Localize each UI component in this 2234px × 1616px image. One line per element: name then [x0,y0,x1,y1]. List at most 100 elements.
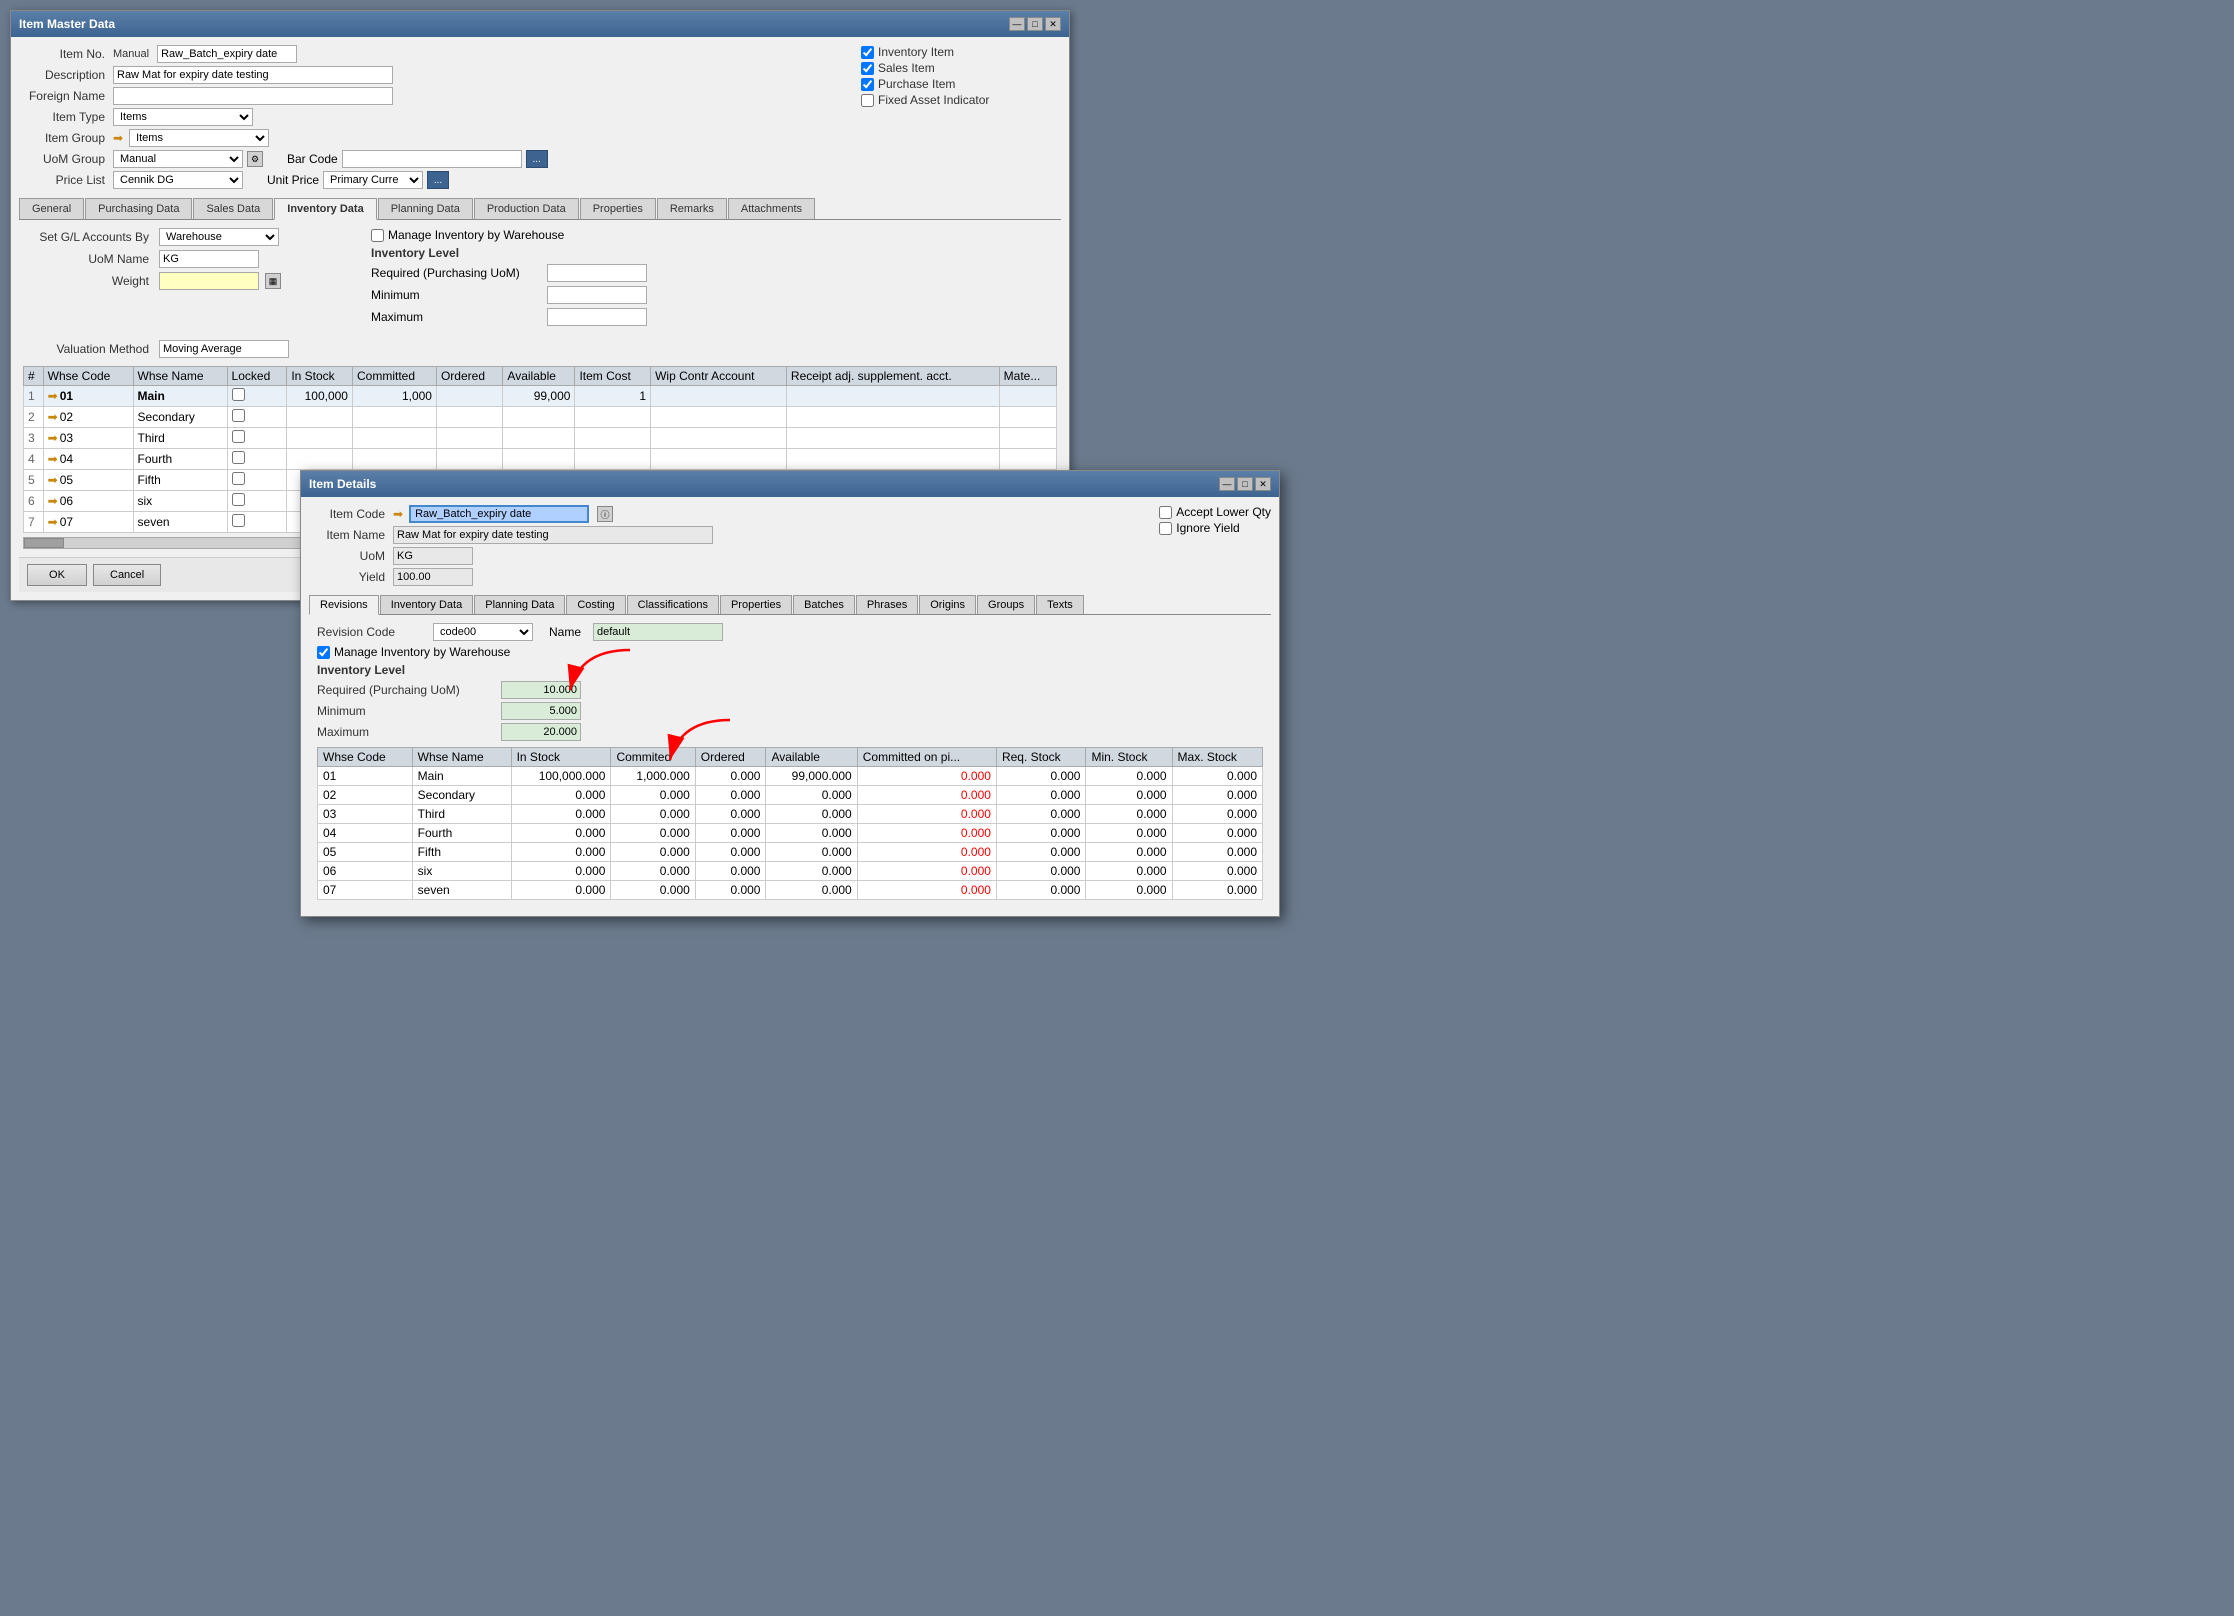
warehouse-table-row[interactable]: 2 ➡02 Secondary [24,407,1057,428]
purchase-item-checkbox[interactable] [861,78,874,91]
detail-item-code-input[interactable] [409,505,589,523]
tab-production-data[interactable]: Production Data [474,198,579,219]
row-committed [352,449,436,470]
inventory-level-header: Inventory Level [371,246,647,260]
item-type-select[interactable]: Items [113,108,253,126]
tab-properties[interactable]: Properties [580,198,656,219]
item-group-label: Item Group [19,131,109,145]
detail-item-name-input[interactable] [393,526,713,544]
accept-lower-qty-checkbox[interactable] [1159,506,1172,519]
inventory-item-checkbox[interactable] [861,46,874,59]
dialog-tab-inventory-data[interactable]: Inventory Data [380,595,474,614]
manage-by-warehouse-checkbox[interactable] [371,229,384,242]
item-details-maximize[interactable]: □ [1237,477,1253,491]
minimum-input[interactable] [547,286,647,304]
tab-remarks[interactable]: Remarks [657,198,727,219]
dialog-tab-costing[interactable]: Costing [566,595,625,614]
unit-price-select[interactable]: Primary Curre [323,171,423,189]
tab-sales-data[interactable]: Sales Data [193,198,273,219]
description-row: Description [19,66,841,84]
wh-detail-min-stock: 0.000 [1086,805,1172,824]
dialog-tab-properties[interactable]: Properties [720,595,792,614]
minimize-button[interactable]: — [1009,17,1025,31]
close-button[interactable]: ✕ [1045,17,1061,31]
dialog-tab-batches[interactable]: Batches [793,595,855,614]
detail-uom-input[interactable] [393,547,473,565]
dialog-maximum-label: Maximum [317,725,497,739]
wh-detail-row[interactable]: 06 six 0.000 0.000 0.000 0.000 0.000 0.0… [318,862,1263,881]
warehouse-table-row[interactable]: 3 ➡03 Third [24,428,1057,449]
fixed-asset-checkbox[interactable] [861,94,874,107]
detail-item-code-info[interactable]: ⓘ [597,506,613,522]
tab-planning-data[interactable]: Planning Data [378,198,473,219]
foreign-name-input[interactable] [113,87,393,105]
row-wip [651,407,787,428]
tab-attachments[interactable]: Attachments [728,198,815,219]
wh-detail-instock: 0.000 [511,881,611,900]
wh-detail-row[interactable]: 03 Third 0.000 0.000 0.000 0.000 0.000 0… [318,805,1263,824]
uom-name-input[interactable] [159,250,259,268]
dialog-tab-planning-data[interactable]: Planning Data [474,595,565,614]
foreign-name-row: Foreign Name [19,87,841,105]
required-label: Required (Purchasing UoM) [371,266,541,280]
tab-inventory-data[interactable]: Inventory Data [274,198,376,220]
item-details-minimize[interactable]: — [1219,477,1235,491]
cancel-button[interactable]: Cancel [93,564,161,586]
wh-detail-row[interactable]: 05 Fifth 0.000 0.000 0.000 0.000 0.000 0… [318,843,1263,862]
uom-group-settings-button[interactable]: ⚙ [247,151,263,167]
maximum-label: Maximum [371,310,541,324]
dialog-minimum-input[interactable] [501,702,581,720]
item-no-input[interactable] [157,45,297,63]
uom-group-select[interactable]: Manual [113,150,243,168]
description-input[interactable] [113,66,393,84]
row-num: 1 [24,386,44,407]
dialog-required-input[interactable] [501,681,581,699]
dialog-tab-texts[interactable]: Texts [1036,595,1084,614]
wh-detail-req-stock: 0.000 [996,862,1086,881]
detail-uom-label: UoM [309,549,389,563]
tab-purchasing-data[interactable]: Purchasing Data [85,198,192,219]
sales-item-checkbox[interactable] [861,62,874,75]
wh-detail-max-stock: 0.000 [1172,805,1262,824]
wh-detail-row[interactable]: 04 Fourth 0.000 0.000 0.000 0.000 0.000 … [318,824,1263,843]
wh-detail-row[interactable]: 07 seven 0.000 0.000 0.000 0.000 0.000 0… [318,881,1263,900]
dialog-maximum-input[interactable] [501,723,581,741]
valuation-input[interactable] [159,340,289,358]
barcode-dots-button[interactable]: ... [526,150,548,168]
wh-detail-row[interactable]: 02 Secondary 0.000 0.000 0.000 0.000 0.0… [318,786,1263,805]
revision-code-select[interactable]: code00 [433,623,533,641]
tab-general[interactable]: General [19,198,84,219]
warehouse-table-row[interactable]: 4 ➡04 Fourth [24,449,1057,470]
barcode-input[interactable] [342,150,522,168]
dialog-tab-revisions[interactable]: Revisions [309,595,379,615]
sales-item-label: Sales Item [878,61,935,75]
dialog-manage-warehouse-checkbox[interactable] [317,646,330,659]
ok-button[interactable]: OK [27,564,87,586]
warehouse-table-row[interactable]: 1 ➡01 Main 100,000 1,000 99,000 1 [24,386,1057,407]
weight-picker-button[interactable]: ▦ [265,273,281,289]
weight-input[interactable] [159,272,259,290]
item-details-close[interactable]: ✕ [1255,477,1271,491]
valuation-label: Valuation Method [23,342,153,356]
item-group-select[interactable]: Items [129,129,269,147]
wh-detail-committed-pi: 0.000 [857,824,996,843]
col-wip: Wip Contr Account [651,367,787,386]
detail-yield-input[interactable] [393,568,473,586]
wh-detail-row[interactable]: 01 Main 100,000.000 1,000.000 0.000 99,0… [318,767,1263,786]
dialog-tab-groups[interactable]: Groups [977,595,1035,614]
gl-accounts-select[interactable]: Warehouse [159,228,279,246]
dialog-tab-phrases[interactable]: Phrases [856,595,918,614]
revision-name-label: Name [549,625,581,639]
minimum-label: Minimum [371,288,541,302]
revision-name-input[interactable] [593,623,723,641]
unit-price-dots-button[interactable]: ... [427,171,449,189]
required-input[interactable] [547,264,647,282]
dialog-tab-classifications[interactable]: Classifications [627,595,719,614]
dialog-tab-origins[interactable]: Origins [919,595,976,614]
maximum-input[interactable] [547,308,647,326]
maximize-button[interactable]: □ [1027,17,1043,31]
price-list-select[interactable]: Cennik DG [113,171,243,189]
row-ordered [436,449,502,470]
row-ordered [436,428,502,449]
ignore-yield-checkbox[interactable] [1159,522,1172,535]
